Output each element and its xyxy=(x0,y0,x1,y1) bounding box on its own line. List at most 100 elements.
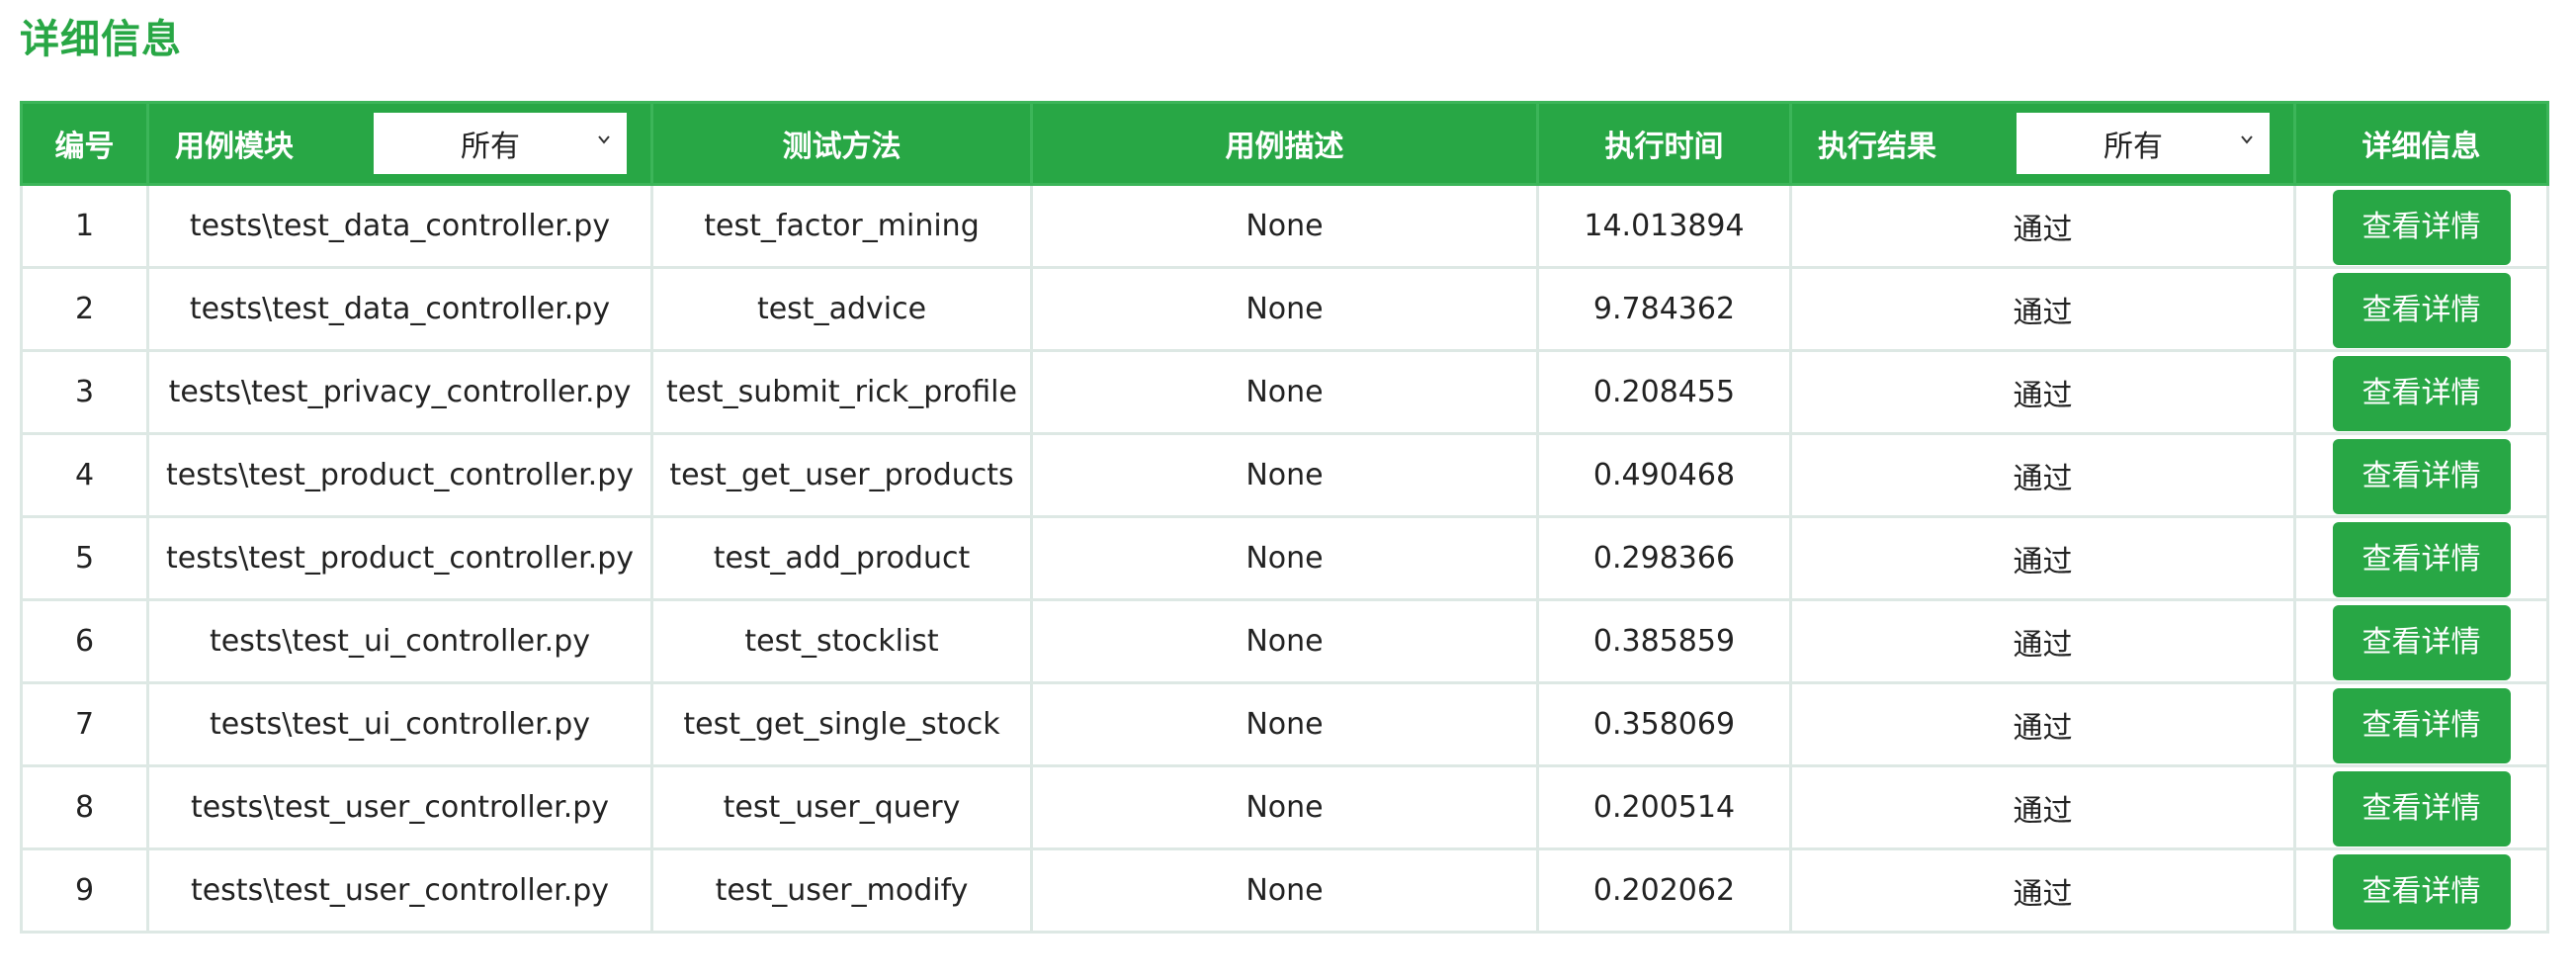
table-row: 7 tests\test_ui_controller.py test_get_s… xyxy=(20,681,2549,767)
view-detail-button[interactable]: 查看详情 xyxy=(2332,605,2511,680)
cell-description: None xyxy=(1030,183,1539,269)
cell-time: 14.013894 xyxy=(1536,183,1792,269)
cell-module: tests\test_product_controller.py xyxy=(146,432,653,518)
cell-description: None xyxy=(1030,598,1539,684)
cell-action: 查看详情 xyxy=(2293,847,2549,934)
table-row: 9 tests\test_user_controller.py test_use… xyxy=(20,847,2549,934)
view-detail-button[interactable]: 查看详情 xyxy=(2332,356,2511,431)
table-header-row: 编号 用例模块 所有 测试方法 用例描述 执行时间 执行结果 所有 详细信息 xyxy=(20,101,2549,186)
table-row: 3 tests\test_privacy_controller.py test_… xyxy=(20,349,2549,435)
cell-method: test_submit_rick_profile xyxy=(650,349,1033,435)
cell-method: test_user_modify xyxy=(650,847,1033,934)
cell-action: 查看详情 xyxy=(2293,598,2549,684)
table-row: 5 tests\test_product_controller.py test_… xyxy=(20,515,2549,601)
cell-result: 通过 xyxy=(1789,349,2296,435)
cell-result: 通过 xyxy=(1789,183,2296,269)
table-row: 4 tests\test_product_controller.py test_… xyxy=(20,432,2549,518)
cell-result: 通过 xyxy=(1789,515,2296,601)
cell-index: 3 xyxy=(20,349,149,435)
chevron-down-icon xyxy=(598,135,610,144)
table-row: 6 tests\test_ui_controller.py test_stock… xyxy=(20,598,2549,684)
view-detail-button[interactable]: 查看详情 xyxy=(2332,854,2511,930)
chevron-down-icon xyxy=(2241,135,2253,144)
cell-time: 0.208455 xyxy=(1536,349,1792,435)
cell-time: 0.200514 xyxy=(1536,764,1792,850)
cell-module: tests\test_privacy_controller.py xyxy=(146,349,653,435)
cell-method: test_factor_mining xyxy=(650,183,1033,269)
cell-description: None xyxy=(1030,432,1539,518)
cell-action: 查看详情 xyxy=(2293,183,2549,269)
cell-index: 8 xyxy=(20,764,149,850)
cell-time: 0.202062 xyxy=(1536,847,1792,934)
cell-result: 通过 xyxy=(1789,432,2296,518)
cell-action: 查看详情 xyxy=(2293,764,2549,850)
cell-action: 查看详情 xyxy=(2293,681,2549,767)
cell-result: 通过 xyxy=(1789,681,2296,767)
cell-result: 通过 xyxy=(1789,598,2296,684)
cell-index: 6 xyxy=(20,598,149,684)
cell-description: None xyxy=(1030,515,1539,601)
cell-description: None xyxy=(1030,266,1539,352)
header-module-label: 用例模块 xyxy=(175,130,294,164)
cell-time: 9.784362 xyxy=(1536,266,1792,352)
cell-method: test_get_user_products xyxy=(650,432,1033,518)
report-page: 详细信息 编号 用例模块 所有 测试方法 用例描述 执行时间 执行结果 所有 详… xyxy=(0,0,2576,980)
cell-index: 7 xyxy=(20,681,149,767)
module-filter-value: 所有 xyxy=(461,130,520,164)
cell-description: None xyxy=(1030,847,1539,934)
cell-module: tests\test_data_controller.py xyxy=(146,266,653,352)
header-time: 执行时间 xyxy=(1536,101,1792,186)
cell-action: 查看详情 xyxy=(2293,515,2549,601)
cell-description: None xyxy=(1030,764,1539,850)
results-table: 编号 用例模块 所有 测试方法 用例描述 执行时间 执行结果 所有 详细信息 1… xyxy=(20,101,2549,934)
cell-description: None xyxy=(1030,681,1539,767)
cell-method: test_stocklist xyxy=(650,598,1033,684)
cell-module: tests\test_data_controller.py xyxy=(146,183,653,269)
cell-index: 9 xyxy=(20,847,149,934)
cell-action: 查看详情 xyxy=(2293,349,2549,435)
header-result-label: 执行结果 xyxy=(1818,130,1936,164)
cell-action: 查看详情 xyxy=(2293,266,2549,352)
header-module: 用例模块 所有 xyxy=(146,101,653,186)
result-filter-select[interactable]: 所有 xyxy=(2017,113,2270,174)
header-index: 编号 xyxy=(20,101,149,186)
cell-index: 1 xyxy=(20,183,149,269)
view-detail-button[interactable]: 查看详情 xyxy=(2332,771,2511,846)
view-detail-button[interactable]: 查看详情 xyxy=(2332,439,2511,514)
table-row: 8 tests\test_user_controller.py test_use… xyxy=(20,764,2549,850)
module-filter-select[interactable]: 所有 xyxy=(374,113,627,174)
cell-result: 通过 xyxy=(1789,266,2296,352)
header-result: 执行结果 所有 xyxy=(1789,101,2296,186)
table-row: 1 tests\test_data_controller.py test_fac… xyxy=(20,183,2549,269)
cell-index: 4 xyxy=(20,432,149,518)
cell-method: test_user_query xyxy=(650,764,1033,850)
view-detail-button[interactable]: 查看详情 xyxy=(2332,190,2511,265)
cell-module: tests\test_user_controller.py xyxy=(146,764,653,850)
header-detail: 详细信息 xyxy=(2293,101,2549,186)
header-method: 测试方法 xyxy=(650,101,1033,186)
cell-result: 通过 xyxy=(1789,847,2296,934)
cell-module: tests\test_user_controller.py xyxy=(146,847,653,934)
cell-time: 0.358069 xyxy=(1536,681,1792,767)
cell-method: test_get_single_stock xyxy=(650,681,1033,767)
cell-module: tests\test_product_controller.py xyxy=(146,515,653,601)
view-detail-button[interactable]: 查看详情 xyxy=(2332,273,2511,348)
cell-index: 5 xyxy=(20,515,149,601)
cell-time: 0.385859 xyxy=(1536,598,1792,684)
table-row: 2 tests\test_data_controller.py test_adv… xyxy=(20,266,2549,352)
cell-index: 2 xyxy=(20,266,149,352)
cell-action: 查看详情 xyxy=(2293,432,2549,518)
cell-description: None xyxy=(1030,349,1539,435)
view-detail-button[interactable]: 查看详情 xyxy=(2332,688,2511,763)
cell-result: 通过 xyxy=(1789,764,2296,850)
header-description: 用例描述 xyxy=(1030,101,1539,186)
page-title: 详细信息 xyxy=(20,17,182,62)
cell-method: test_advice xyxy=(650,266,1033,352)
result-filter-value: 所有 xyxy=(2104,130,2163,164)
cell-method: test_add_product xyxy=(650,515,1033,601)
cell-time: 0.298366 xyxy=(1536,515,1792,601)
cell-module: tests\test_ui_controller.py xyxy=(146,681,653,767)
cell-time: 0.490468 xyxy=(1536,432,1792,518)
cell-module: tests\test_ui_controller.py xyxy=(146,598,653,684)
view-detail-button[interactable]: 查看详情 xyxy=(2332,522,2511,597)
